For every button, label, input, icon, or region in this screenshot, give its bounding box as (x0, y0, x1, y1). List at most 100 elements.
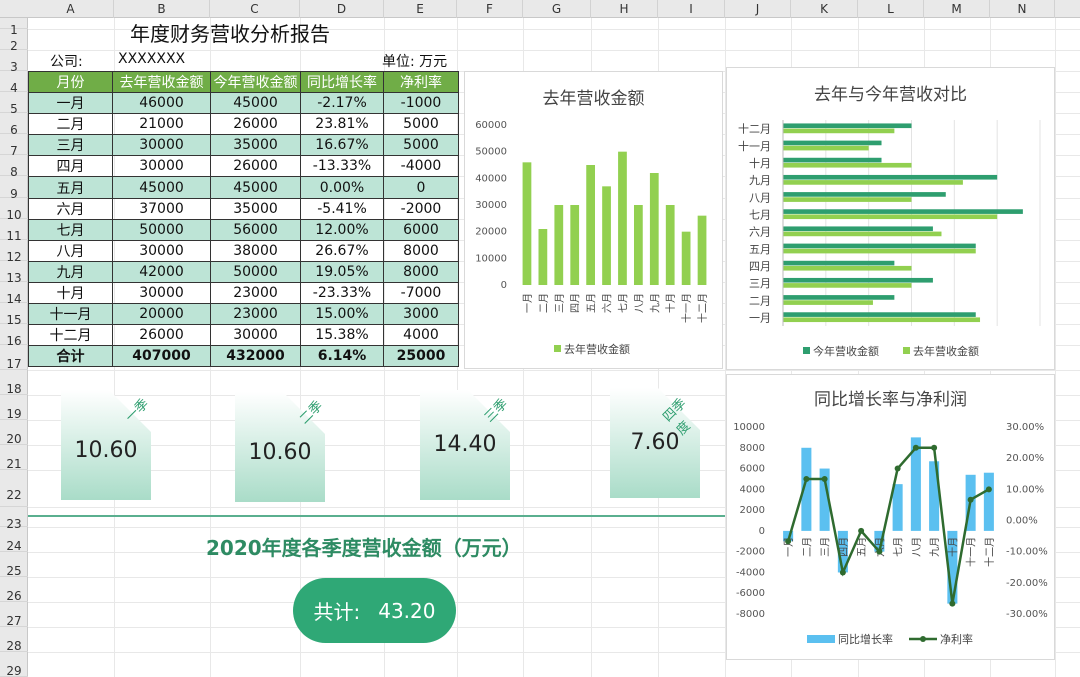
cell-month[interactable]: 二月 (28, 113, 113, 136)
cell-month[interactable]: 十月 (28, 281, 113, 305)
cell-this-year[interactable]: 35000 (210, 197, 301, 220)
row-header-5[interactable]: 5 (0, 92, 28, 116)
header-growth[interactable]: 同比增长率 (300, 70, 384, 94)
row-header-14[interactable]: 14 (0, 282, 28, 306)
line-point[interactable] (949, 600, 956, 607)
cell-net-margin[interactable]: 5000 (383, 113, 459, 136)
row-header-23[interactable]: 23 (0, 507, 28, 531)
total-pill[interactable]: 共计: 43.20 (293, 578, 456, 643)
cell-growth[interactable]: 0.00% (300, 176, 384, 199)
cell-growth[interactable]: 15.00% (300, 303, 384, 326)
cell-growth[interactable]: 26.67% (300, 239, 384, 262)
bar[interactable] (586, 165, 596, 285)
cell-month[interactable]: 六月 (28, 197, 113, 220)
cell-growth[interactable]: 19.05% (300, 260, 384, 283)
row-header-8[interactable]: 8 (0, 155, 28, 179)
column-header-L[interactable]: L (858, 0, 924, 18)
bar[interactable] (783, 277, 933, 283)
line-point[interactable] (876, 548, 883, 555)
bar[interactable] (892, 484, 903, 531)
bar[interactable] (783, 180, 963, 185)
line-series[interactable] (786, 446, 990, 604)
row-header-19[interactable]: 19 (0, 395, 28, 421)
cell-this-year[interactable]: 26000 (210, 113, 301, 136)
row-header-2[interactable]: 2 (0, 29, 28, 53)
row-header-13[interactable]: 13 (0, 261, 28, 285)
chart-compare[interactable]: 去年与今年营收对比 一月 二月 三月 四月 五月 六月 七月 八月 九月 十月 十一月 十二月 今年营收… (726, 67, 1055, 370)
header-this-year[interactable]: 今年营收金额 (210, 70, 301, 94)
row-header-24[interactable]: 24 (0, 527, 28, 553)
row-header-18[interactable]: 18 (0, 370, 28, 396)
cell-last-year[interactable]: 21000 (112, 113, 211, 136)
quarter-card-q1[interactable]: 10.60 一季 (61, 390, 152, 500)
row-header-21[interactable]: 21 (0, 445, 28, 471)
header-net-margin[interactable]: 净利率 (383, 70, 459, 94)
cell-net-margin[interactable]: -1000 (383, 92, 459, 115)
bar[interactable] (522, 162, 532, 285)
column-header-A[interactable]: A (28, 0, 114, 18)
cell-month[interactable]: 九月 (28, 260, 113, 283)
cell-last-year[interactable]: 30000 (112, 134, 211, 157)
bar[interactable] (783, 300, 873, 305)
row-header-11[interactable]: 11 (0, 219, 28, 243)
cell-month[interactable]: 十二月 (28, 324, 113, 347)
quarter-card-q2[interactable]: 10.60 二季 (235, 392, 326, 502)
bar[interactable] (783, 295, 895, 300)
cell-last-year[interactable]: 30000 (112, 281, 211, 305)
bar[interactable] (783, 157, 882, 163)
bar[interactable] (783, 209, 1023, 214)
cell-this-year[interactable]: 50000 (210, 260, 301, 283)
cell-net-margin[interactable]: 5000 (383, 134, 459, 157)
row-header-7[interactable]: 7 (0, 134, 28, 158)
cell-month[interactable]: 十一月 (28, 303, 113, 326)
quarter-card-q4[interactable]: 7.60 四季度 (610, 388, 700, 498)
row-header-15[interactable]: 15 (0, 303, 28, 327)
bar[interactable] (783, 214, 998, 220)
line-point[interactable] (912, 444, 919, 451)
cell-growth[interactable]: -23.33% (300, 281, 384, 305)
column-header-C[interactable]: C (210, 0, 300, 18)
bar[interactable] (783, 248, 976, 254)
bar[interactable] (783, 231, 942, 237)
cell-month[interactable]: 七月 (28, 218, 113, 241)
cell-growth[interactable]: 16.67% (300, 134, 384, 157)
bar[interactable] (783, 317, 981, 323)
row-header-3[interactable]: 3 (0, 50, 28, 74)
bar[interactable] (783, 260, 895, 266)
column-header-F[interactable]: F (457, 0, 523, 18)
cell-net-margin[interactable]: -2000 (383, 197, 459, 220)
cell-last-year[interactable]: 42000 (112, 260, 211, 283)
bar[interactable] (538, 229, 548, 285)
cell-last-year[interactable]: 46000 (112, 92, 211, 115)
bar[interactable] (554, 205, 564, 285)
total-growth[interactable]: 6.14% (300, 345, 384, 368)
line-point[interactable] (967, 496, 974, 503)
row-header-9[interactable]: 9 (0, 176, 28, 201)
row-header-29[interactable]: 29 (0, 652, 28, 677)
bar[interactable] (570, 205, 580, 285)
cell-month[interactable]: 三月 (28, 134, 113, 157)
total-month[interactable]: 合计 (28, 345, 113, 368)
bar[interactable] (983, 472, 994, 531)
cell-month[interactable]: 四月 (28, 155, 113, 178)
line-point[interactable] (894, 465, 901, 472)
cell-last-year[interactable]: 30000 (112, 155, 211, 178)
cell-last-year[interactable]: 50000 (112, 218, 211, 241)
column-header-I[interactable]: I (658, 0, 725, 18)
row-header-10[interactable]: 10 (0, 198, 28, 222)
cell-this-year[interactable]: 35000 (210, 134, 301, 157)
line-point[interactable] (785, 538, 792, 545)
cell-growth[interactable]: -2.17% (300, 92, 384, 115)
line-point[interactable] (803, 475, 810, 482)
cell-growth[interactable]: 23.81% (300, 113, 384, 136)
cell-net-margin[interactable]: 8000 (383, 260, 459, 283)
bar[interactable] (602, 186, 611, 285)
cell-this-year[interactable]: 23000 (210, 281, 301, 305)
bar[interactable] (618, 151, 627, 285)
bar[interactable] (633, 205, 643, 285)
column-header-G[interactable]: G (523, 0, 591, 18)
cell-last-year[interactable]: 20000 (112, 303, 211, 326)
bar[interactable] (783, 174, 998, 180)
row-header-22[interactable]: 22 (0, 470, 28, 507)
bar[interactable] (783, 283, 912, 288)
